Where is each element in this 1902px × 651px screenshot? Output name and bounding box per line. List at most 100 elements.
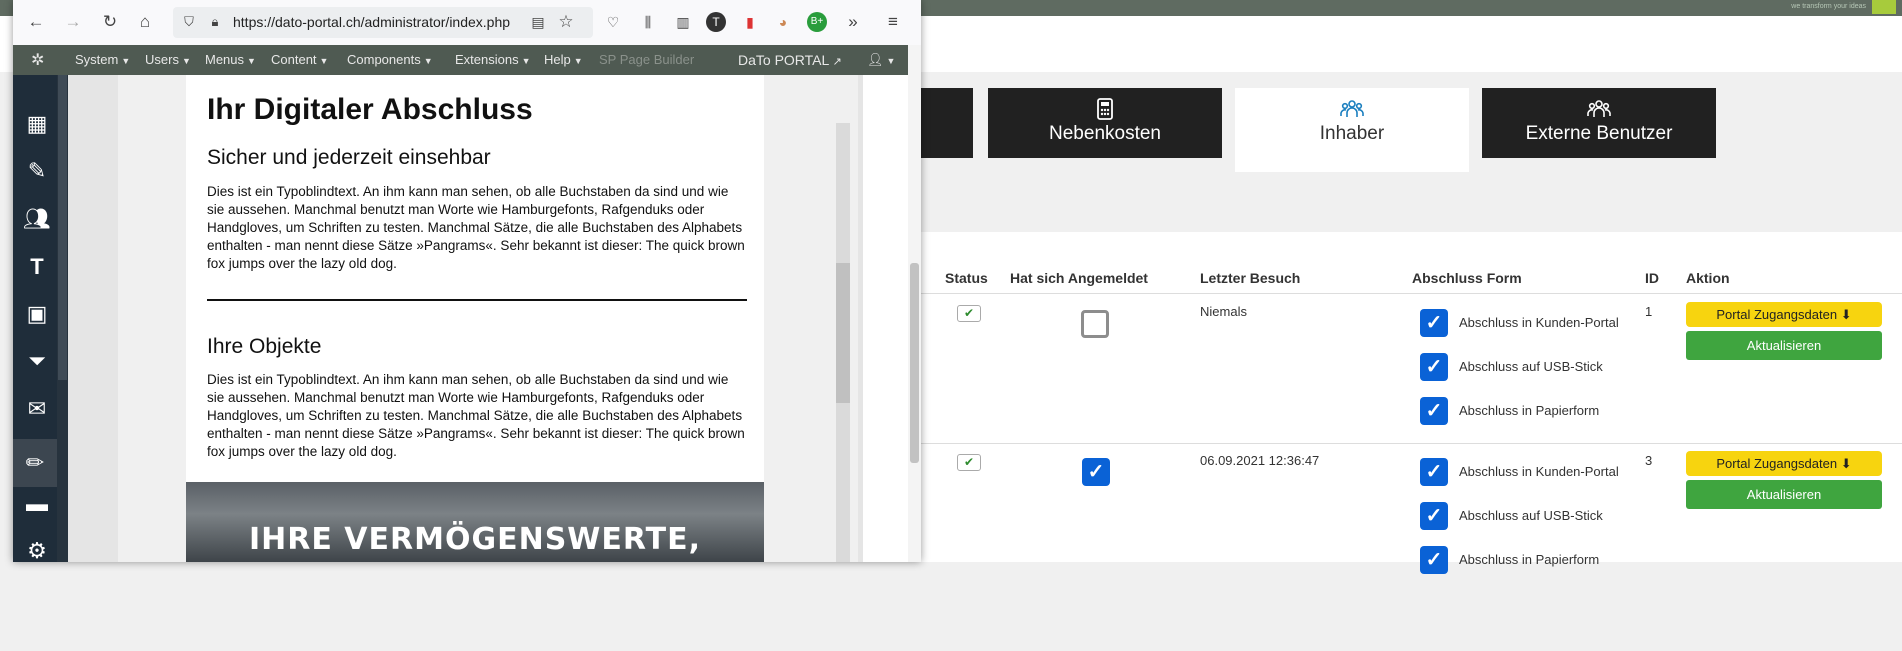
- nav-label: Menus: [205, 52, 245, 67]
- nav-extensions[interactable]: Extensions ▼: [455, 52, 531, 67]
- brand-tagline: we transform your ideas: [1791, 3, 1866, 10]
- nav-label: Content: [271, 52, 317, 67]
- portal-credentials-button[interactable]: Portal Zugangsdaten ⬇: [1686, 451, 1882, 476]
- form-portal-checkbox[interactable]: ✓: [1420, 458, 1448, 486]
- settings-icon[interactable]: ⚙: [23, 537, 51, 562]
- nav-users[interactable]: Users ▼: [145, 52, 191, 67]
- forward-icon[interactable]: →: [63, 12, 83, 32]
- form-usb-checkbox[interactable]: ✓: [1420, 502, 1448, 530]
- banner-image: IHRE VERMÖGENSWERTE,: [186, 482, 764, 562]
- external-link-icon: ↗: [832, 56, 842, 68]
- page-scrollbar[interactable]: [908, 45, 921, 562]
- form-label: Abschluss in Kunden-Portal: [1459, 464, 1619, 479]
- tab-inhaber[interactable]: Inhaber: [1235, 88, 1469, 172]
- arrow-down-icon: ⬇: [1840, 307, 1852, 322]
- mail-icon[interactable]: ✉: [23, 395, 51, 423]
- filter-icon[interactable]: ⏷: [23, 347, 51, 375]
- form-label: Abschluss auf USB-Stick: [1459, 359, 1603, 374]
- tab-externe-benutzer[interactable]: Externe Benutzer: [1482, 88, 1716, 158]
- nav-menus[interactable]: Menus ▼: [205, 52, 256, 67]
- section-title: Ihre Objekte: [207, 335, 322, 358]
- paragraph-1: Dies ist ein Typoblindtext. An ihm kann …: [207, 184, 745, 271]
- palette-icon[interactable]: ◕: [773, 12, 793, 32]
- button-label: Portal Zugangsdaten: [1716, 307, 1838, 322]
- edit-icon[interactable]: ✎: [23, 157, 51, 185]
- pencil-icon[interactable]: ✏: [13, 439, 57, 487]
- sidebar-scrollbar[interactable]: [57, 75, 68, 562]
- scrollbar-thumb[interactable]: [58, 75, 67, 380]
- nav-label: Users: [145, 52, 179, 67]
- user-icon: 👤︎: [867, 52, 884, 67]
- library-icon[interactable]: ⫼: [638, 12, 658, 32]
- nav-site-link[interactable]: DaTo PORTAL ↗: [738, 52, 842, 68]
- joomla-logo-icon[interactable]: ✲: [31, 50, 44, 70]
- sidebar-icon[interactable]: ▥: [673, 12, 693, 32]
- last-visit: Niemals: [1200, 304, 1247, 319]
- form-portal-checkbox[interactable]: ✓: [1420, 309, 1448, 337]
- nav-label: DaTo PORTAL: [738, 52, 829, 68]
- reader-view-icon[interactable]: ▤: [528, 12, 548, 32]
- text-format-icon[interactable]: T: [23, 253, 51, 281]
- nav-system[interactable]: System ▼: [75, 52, 130, 67]
- banner-text: IHRE VERMÖGENSWERTE,: [249, 522, 701, 557]
- status-check-icon[interactable]: ✔: [957, 305, 981, 322]
- form-label: Abschluss in Kunden-Portal: [1459, 315, 1619, 330]
- bookmark-star-icon[interactable]: ☆: [556, 12, 576, 32]
- arrow-down-icon: ⬇: [1840, 456, 1852, 471]
- calculator-icon: [1097, 98, 1113, 120]
- scrollbar-thumb[interactable]: [836, 263, 850, 403]
- nav-sp-page-builder[interactable]: SP Page Builder: [599, 52, 694, 67]
- tab-label: Nebenkosten: [1049, 123, 1161, 144]
- browser-toolbar: ← → ↻ ⌂ ⛉ 🔒︎ https://dato-portal.ch/admi…: [13, 0, 921, 46]
- users-icon[interactable]: 👥︎: [23, 205, 51, 233]
- paint-roller-icon[interactable]: ▬: [23, 490, 51, 518]
- nav-help[interactable]: Help ▼: [544, 52, 583, 67]
- nav-components[interactable]: Components ▼: [347, 52, 433, 67]
- form-paper-checkbox[interactable]: ✓: [1420, 397, 1448, 425]
- form-paper-checkbox[interactable]: ✓: [1420, 546, 1448, 574]
- extension-red-icon[interactable]: ▮: [740, 12, 760, 32]
- nav-label: Components: [347, 52, 421, 67]
- extension-t-icon[interactable]: T: [706, 12, 726, 32]
- brand-logo: [1872, 0, 1896, 14]
- tab-nebenkosten[interactable]: Nebenkosten: [988, 88, 1222, 158]
- status-check-icon[interactable]: ✔: [957, 454, 981, 471]
- update-button[interactable]: Aktualisieren: [1686, 331, 1882, 360]
- header-id: ID: [1645, 270, 1659, 286]
- header-status: Status: [945, 270, 988, 286]
- header-action: Aktion: [1686, 270, 1730, 286]
- user-menu[interactable]: 👤︎ ▼: [867, 52, 895, 68]
- editor-scrollbar[interactable]: [836, 123, 850, 562]
- portal-credentials-button[interactable]: Portal Zugangsdaten ⬇: [1686, 302, 1882, 327]
- menu-icon[interactable]: ≡: [883, 12, 903, 32]
- header-logged-in: Hat sich Angemeldet: [1010, 270, 1148, 286]
- reload-icon[interactable]: ↻: [100, 12, 120, 32]
- shield-icon[interactable]: ⛉: [179, 12, 199, 32]
- button-label: Portal Zugangsdaten: [1716, 456, 1838, 471]
- extension-b-icon[interactable]: B+: [807, 12, 827, 32]
- contacts-icon[interactable]: ▣: [23, 300, 51, 328]
- nav-label: Help: [544, 52, 571, 67]
- home-icon[interactable]: ⌂: [135, 12, 155, 32]
- form-usb-checkbox[interactable]: ✓: [1420, 353, 1448, 381]
- last-visit: 06.09.2021 12:36:47: [1200, 453, 1320, 468]
- group-icon: [1587, 100, 1611, 117]
- browser-window: ← → ↻ ⌂ ⛉ 🔒︎ https://dato-portal.ch/admi…: [13, 0, 921, 562]
- url-text[interactable]: https://dato-portal.ch/administrator/ind…: [233, 14, 510, 30]
- joomla-admin-nav: ✲ System ▼ Users ▼ Menus ▼ Content ▼ Compone…: [13, 45, 921, 75]
- dashboard-icon[interactable]: ▦: [23, 110, 51, 138]
- update-button[interactable]: Aktualisieren: [1686, 480, 1882, 509]
- back-icon[interactable]: ←: [26, 12, 46, 32]
- logged-in-checkbox[interactable]: [1081, 310, 1109, 338]
- nav-label: System: [75, 52, 119, 67]
- scrollbar-thumb[interactable]: [910, 263, 919, 463]
- pocket-icon[interactable]: ♡: [603, 12, 623, 32]
- header-form: Abschluss Form: [1412, 270, 1522, 286]
- nav-content[interactable]: Content ▼: [271, 52, 328, 67]
- overflow-icon[interactable]: »: [843, 12, 863, 32]
- divider: [207, 299, 747, 301]
- page-preview: Ihr Digitaler Abschluss Sicher und jeder…: [186, 75, 764, 562]
- page-title: Ihr Digitaler Abschluss: [207, 93, 533, 126]
- logged-in-checkbox[interactable]: ✓: [1082, 458, 1110, 486]
- tab-label: Inhaber: [1319, 123, 1385, 144]
